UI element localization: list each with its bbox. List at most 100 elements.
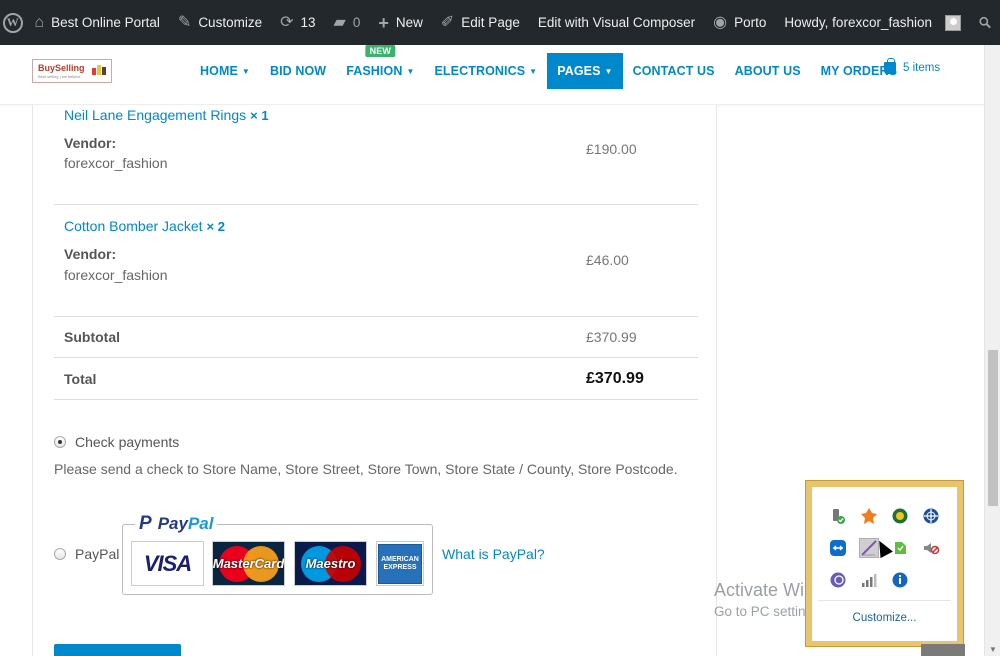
product-qty: × 1 bbox=[250, 108, 269, 123]
nav-bid-now[interactable]: BID NOW bbox=[260, 53, 336, 89]
admin-comments-count: 0 bbox=[352, 15, 361, 30]
chevron-down-icon: ▼ bbox=[241, 66, 250, 76]
comment-icon: ▰ bbox=[333, 13, 346, 31]
nav-electronics-label: ELECTRONICS bbox=[434, 64, 526, 78]
place-order-button[interactable] bbox=[54, 644, 181, 656]
vendor-label: Vendor: bbox=[64, 246, 117, 262]
maestro-logo: Maestro bbox=[294, 541, 367, 586]
product-name-link[interactable]: Cotton Bomber Jacket × 2 bbox=[64, 218, 225, 234]
shopping-bag-icon bbox=[884, 58, 896, 74]
paypal-label: PayPal bbox=[75, 546, 120, 562]
admin-edit-visual[interactable]: Edit with Visual Composer bbox=[529, 0, 704, 45]
admin-bar-right: Howdy, forexcor_fashion bbox=[775, 0, 1000, 45]
admin-theme[interactable]: ◉ Porto bbox=[704, 0, 775, 45]
check-payments-label: Check payments bbox=[75, 434, 180, 450]
wordpress-menu[interactable]: W bbox=[0, 0, 25, 45]
chevron-down-icon: ▼ bbox=[406, 66, 415, 76]
admin-new-label: New bbox=[395, 15, 423, 30]
product-name-link[interactable]: Neil Lane Engagement Rings × 1 bbox=[64, 107, 269, 123]
amex-text: AMERICAN EXPRESS bbox=[378, 543, 422, 584]
plus-icon: + bbox=[378, 12, 389, 33]
what-is-paypal-link[interactable]: What is PayPal? bbox=[442, 546, 545, 562]
table-row: Cotton Bomber Jacket × 2 Vendor: forexcor… bbox=[54, 205, 698, 317]
nav-home-label: HOME bbox=[200, 64, 238, 78]
site-logo[interactable]: BuySelling Best selling | we believe bbox=[32, 59, 112, 83]
paypal-radio[interactable] bbox=[54, 548, 66, 560]
main-nav: HOME ▼ BID NOW NEW FASHION ▼ ELECTRONICS ▼ P… bbox=[190, 45, 907, 89]
logo-tagline: Best selling | we believe bbox=[38, 74, 81, 79]
tray-overflow-popup: Customize... bbox=[805, 480, 964, 647]
paypal-acceptance-mark: P PayPal VISA MasterCard Maestro AMERICA… bbox=[122, 513, 433, 595]
tray-customize-link[interactable]: Customize... bbox=[812, 612, 957, 624]
avatar bbox=[945, 14, 961, 31]
logo-bars-icon bbox=[92, 65, 106, 75]
home-icon: ⌂ bbox=[34, 13, 45, 31]
amex-logo: AMERICAN EXPRESS bbox=[376, 541, 424, 586]
subtotal-value: £370.99 bbox=[586, 329, 637, 345]
admin-comments[interactable]: ▰ 0 bbox=[325, 0, 370, 45]
payment-paypal-option[interactable]: PayPal bbox=[54, 546, 119, 562]
admin-new[interactable]: + New bbox=[369, 0, 432, 45]
check-payments-description: Please send a check to Store Name, Store… bbox=[54, 461, 678, 477]
speaker-muted-icon[interactable] bbox=[921, 538, 941, 558]
scroll-down-arrow-icon[interactable]: ▼ bbox=[985, 642, 1000, 656]
updates-icon: ⟳ bbox=[280, 13, 294, 31]
product-price: £190.00 bbox=[586, 141, 637, 157]
nav-pages-label: PAGES bbox=[557, 64, 601, 78]
visa-logo: VISA bbox=[131, 541, 204, 586]
admin-search[interactable] bbox=[970, 0, 1000, 45]
mastercard-text: MasterCard bbox=[212, 556, 285, 571]
nav-pages[interactable]: PAGES ▼ bbox=[547, 53, 623, 89]
total-value: £370.99 bbox=[586, 370, 644, 387]
admin-edit-page[interactable]: ✐ Edit Page bbox=[432, 0, 529, 45]
network-globe-icon[interactable] bbox=[921, 506, 941, 526]
usb-device-icon[interactable] bbox=[828, 506, 848, 526]
search-icon bbox=[979, 16, 991, 29]
product-price: £46.00 bbox=[586, 252, 629, 268]
wordpress-logo-icon: W bbox=[2, 12, 23, 33]
cart-link[interactable]: 5 items bbox=[884, 58, 941, 74]
admin-customize-label: Customize bbox=[198, 15, 263, 30]
vendor-name: forexcor_fashion bbox=[64, 267, 168, 283]
nav-about-us[interactable]: ABOUT US bbox=[725, 53, 811, 89]
avast-icon[interactable] bbox=[859, 506, 879, 526]
teamviewer-icon[interactable] bbox=[828, 538, 848, 558]
nav-home[interactable]: HOME ▼ bbox=[190, 53, 260, 89]
admin-theme-label: Porto bbox=[734, 15, 767, 30]
admin-account[interactable]: Howdy, forexcor_fashion bbox=[775, 0, 970, 45]
subtotal-row: Subtotal £370.99 bbox=[54, 317, 698, 358]
chevron-down-icon: ▼ bbox=[604, 66, 613, 76]
nav-electronics[interactable]: ELECTRONICS ▼ bbox=[424, 53, 547, 89]
vendor-name: forexcor_fashion bbox=[64, 155, 168, 171]
info-app-icon[interactable] bbox=[890, 570, 910, 590]
nav-fashion[interactable]: NEW FASHION ▼ bbox=[336, 45, 424, 89]
logo-text: BuySelling bbox=[38, 63, 85, 73]
admin-customize[interactable]: ✎ Customize bbox=[169, 0, 271, 45]
update-shield-icon[interactable] bbox=[890, 506, 910, 526]
nav-contact-us[interactable]: CONTACT US bbox=[623, 53, 725, 89]
brush-icon: ✎ bbox=[177, 13, 192, 31]
nav-about-us-label: ABOUT US bbox=[734, 64, 801, 78]
check-payments-radio[interactable] bbox=[54, 436, 66, 448]
theme-circle-icon: ◉ bbox=[713, 13, 728, 31]
table-row: Neil Lane Engagement Rings × 1 Vendor: fo… bbox=[54, 105, 698, 205]
page-scrollbar[interactable]: ▼ bbox=[984, 45, 1000, 656]
evernote-icon[interactable] bbox=[890, 538, 910, 558]
payment-check-option[interactable]: Check payments bbox=[54, 434, 179, 450]
spiral-app-icon[interactable] bbox=[828, 570, 848, 590]
paypal-wordmark: PayPal bbox=[157, 514, 214, 533]
taskbar-corner bbox=[921, 644, 965, 656]
product-name: Neil Lane Engagement Rings bbox=[64, 107, 247, 123]
checkout-content: Neil Lane Engagement Rings × 1 Vendor: fo… bbox=[32, 105, 717, 656]
admin-edit-page-label: Edit Page bbox=[461, 15, 520, 30]
admin-howdy-label: Howdy, forexcor_fashion bbox=[784, 15, 932, 30]
admin-site-name[interactable]: ⌂ Best Online Portal bbox=[25, 0, 168, 45]
nav-fashion-label: FASHION bbox=[346, 64, 403, 78]
site-header: BuySelling Best selling | we believe HOM… bbox=[0, 45, 1000, 105]
signal-bars-icon[interactable] bbox=[859, 570, 879, 590]
visa-text: VISA bbox=[143, 550, 192, 576]
cart-count: 5 items bbox=[903, 62, 941, 74]
admin-updates[interactable]: ⟳ 13 bbox=[271, 0, 324, 45]
scrollbar-thumb[interactable] bbox=[988, 350, 998, 506]
tray-panel: Customize... bbox=[812, 487, 957, 641]
